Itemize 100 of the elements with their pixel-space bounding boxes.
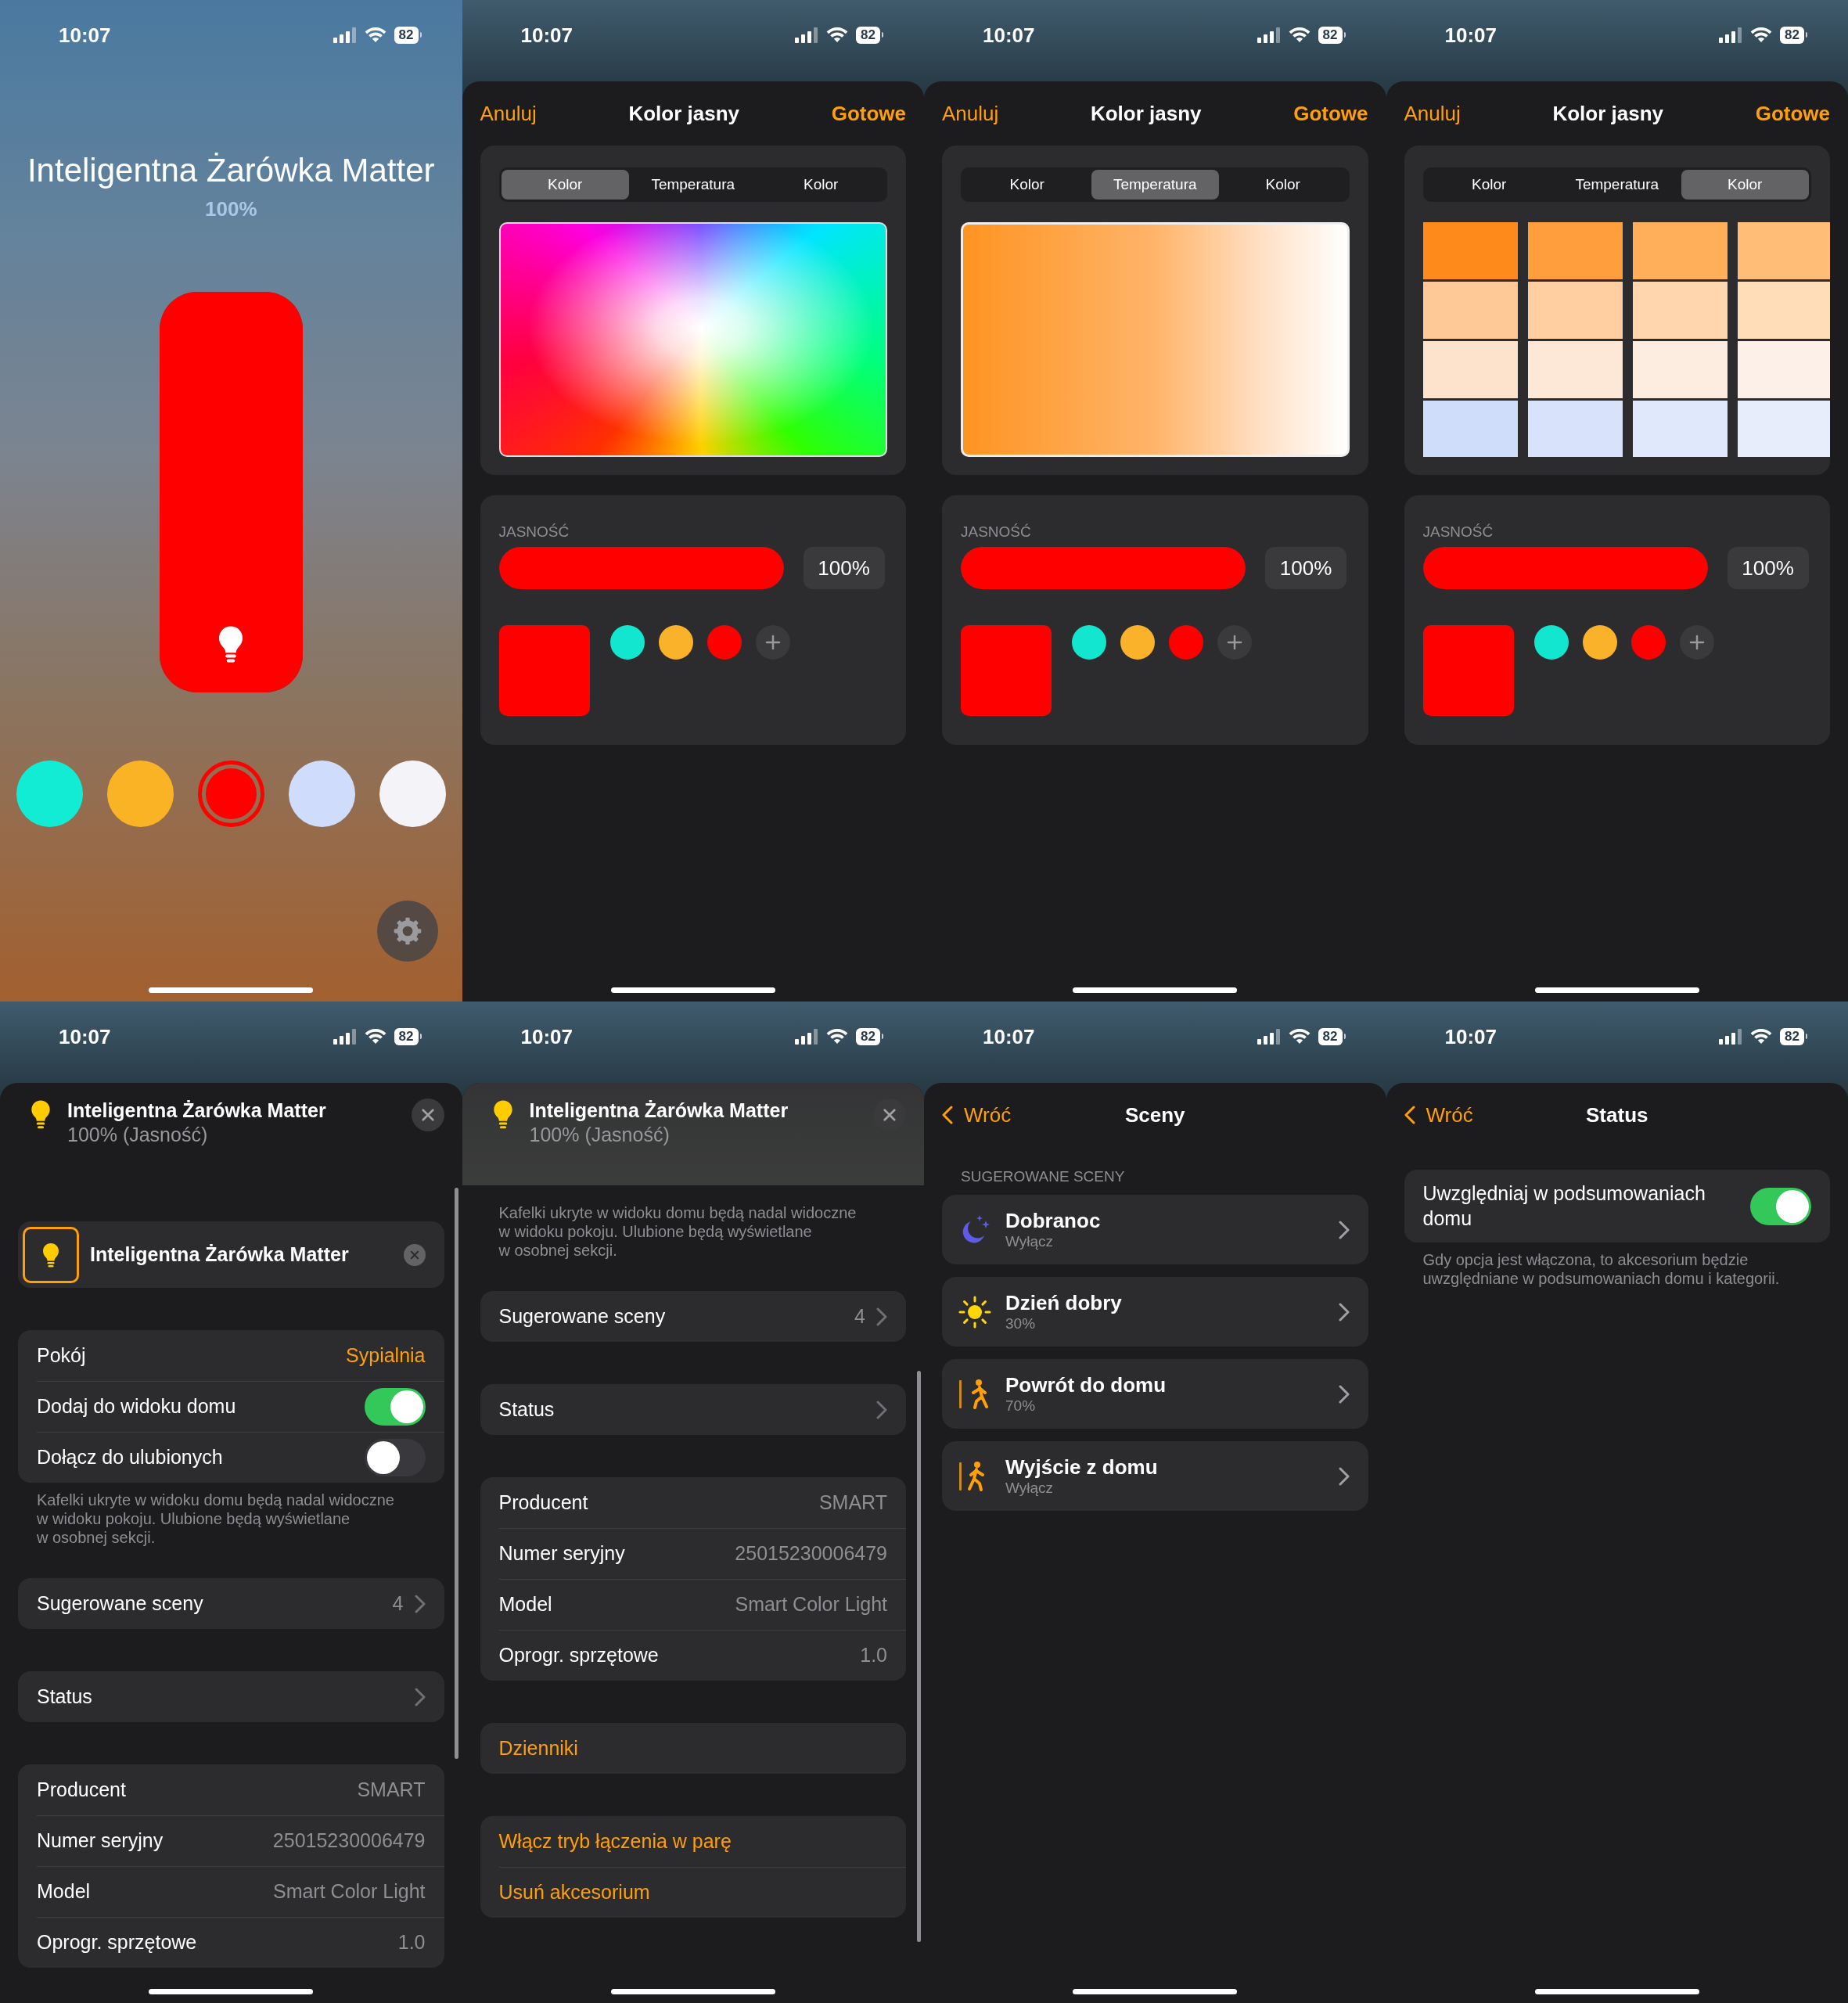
- toggle-switch[interactable]: [364, 1387, 426, 1426]
- color-swatch[interactable]: [1737, 282, 1830, 339]
- scene-name: Dzień dobry: [1005, 1291, 1123, 1315]
- row-label: Numer seryjny: [37, 1828, 164, 1853]
- back-button[interactable]: Wróć: [942, 1102, 1012, 1127]
- done-button[interactable]: Gotowe: [1755, 101, 1830, 126]
- brightness-slider[interactable]: [159, 292, 303, 692]
- signal-icon: [795, 27, 819, 43]
- color-swatch[interactable]: [1632, 401, 1728, 457]
- action-link[interactable]: Dzienniki: [498, 1737, 887, 1760]
- close-icon: [883, 1108, 897, 1122]
- segment-tab[interactable]: Kolor: [1681, 170, 1809, 200]
- add-button[interactable]: [1679, 625, 1714, 660]
- footnote-text: Gdy opcja jest włączona, to akcesorium będzie uwzględniane w podsumowaniach domu i kategorii.: [1422, 1250, 1781, 1288]
- row-label: Producent: [498, 1490, 589, 1515]
- done-button[interactable]: Gotowe: [831, 101, 906, 126]
- favorite-color[interactable]: [1582, 625, 1617, 660]
- status-time: 10:07: [59, 1024, 111, 1049]
- color-swatch[interactable]: [1632, 222, 1728, 279]
- segment-tab[interactable]: Kolor: [757, 170, 885, 200]
- brightness-slider[interactable]: [498, 547, 784, 589]
- color-preview[interactable]: [498, 625, 590, 716]
- cancel-button[interactable]: Anuluj: [942, 101, 999, 126]
- brightness-slider[interactable]: [961, 547, 1246, 589]
- favorite-color[interactable]: [1533, 625, 1569, 660]
- chevron-icon: [876, 1307, 887, 1326]
- segment-tab[interactable]: Kolor: [1425, 170, 1553, 200]
- add-button[interactable]: [755, 625, 790, 660]
- scene-row[interactable]: Powrót do domu 70%: [942, 1359, 1368, 1429]
- segment-tab[interactable]: Temperatura: [629, 170, 757, 200]
- brightness-slider[interactable]: [1422, 547, 1708, 589]
- action-link[interactable]: Włącz tryb łączenia w parę: [498, 1830, 887, 1853]
- cancel-button[interactable]: Anuluj: [480, 101, 537, 126]
- row-value: Smart Color Light: [272, 1880, 426, 1903]
- chevron-icon: [414, 1594, 426, 1613]
- favorite-color[interactable]: [1120, 625, 1155, 660]
- color-swatch[interactable]: [1422, 282, 1518, 339]
- section-header: SUGEROWANE SCENY: [961, 1168, 1126, 1185]
- segment-tab[interactable]: Kolor: [1219, 170, 1347, 200]
- color-preview[interactable]: [1422, 625, 1514, 716]
- color-swatch[interactable]: [1527, 222, 1623, 279]
- menu-row[interactable]: Status: [498, 1398, 865, 1421]
- color-swatch[interactable]: [1737, 401, 1830, 457]
- segment-tab[interactable]: Temperatura: [1091, 170, 1219, 200]
- row-label: Oprogr. sprzętowe: [37, 1929, 198, 1954]
- scene-row[interactable]: Dobranoc Wyłącz: [942, 1195, 1368, 1264]
- color-swatch[interactable]: [1422, 222, 1518, 279]
- toggle-switch[interactable]: [1750, 1187, 1811, 1225]
- screen-title: Kolor jasny: [628, 101, 739, 126]
- color-swatch[interactable]: [1527, 282, 1623, 339]
- cancel-button[interactable]: Anuluj: [1404, 101, 1461, 126]
- color-swatch[interactable]: [1527, 401, 1623, 457]
- temperature-gradient[interactable]: [961, 222, 1350, 457]
- menu-row[interactable]: Status: [37, 1685, 404, 1708]
- count-label: 4: [854, 1305, 865, 1328]
- close-icon: [420, 1108, 435, 1122]
- scene-row[interactable]: Wyjście z domu Wyłącz: [942, 1441, 1368, 1511]
- chevron-icon: [1404, 1106, 1415, 1124]
- back-button[interactable]: Wróć: [1404, 1102, 1473, 1127]
- room-picker[interactable]: Sypialnia: [346, 1344, 426, 1367]
- row-value: SMART: [357, 1778, 426, 1801]
- clear-button[interactable]: [403, 1243, 426, 1266]
- segment-tab[interactable]: Kolor: [963, 170, 1091, 200]
- row-value: Smart Color Light: [735, 1593, 887, 1616]
- screen-title: Sceny: [1124, 1102, 1185, 1127]
- close-button[interactable]: [873, 1099, 906, 1131]
- favorite-color[interactable]: [1630, 625, 1666, 660]
- color-preview[interactable]: [961, 625, 1052, 716]
- chevron-icon: [414, 1687, 426, 1706]
- done-button[interactable]: Gotowe: [1293, 101, 1368, 126]
- favorite-color[interactable]: [1169, 625, 1203, 660]
- favorite-color[interactable]: [609, 625, 645, 660]
- color-swatch[interactable]: [1632, 282, 1728, 339]
- brightness-value: 100%: [803, 547, 885, 589]
- menu-row[interactable]: Sugerowane sceny: [498, 1305, 844, 1328]
- color-swatch[interactable]: [1737, 222, 1830, 279]
- accessory-tile[interactable]: [23, 1226, 79, 1283]
- add-button[interactable]: [1217, 625, 1252, 660]
- color-swatch[interactable]: [1422, 341, 1518, 398]
- toggle-switch[interactable]: [364, 1438, 426, 1476]
- color-swatch[interactable]: [1632, 341, 1728, 398]
- scene-name: Wyjście z domu: [1005, 1455, 1159, 1480]
- scene-row[interactable]: Dzień dobry 30%: [942, 1277, 1368, 1347]
- favorite-color[interactable]: [706, 625, 742, 660]
- sun-icon: [958, 1294, 992, 1329]
- row-label: Pokój: [37, 1343, 87, 1368]
- color-swatch[interactable]: [1422, 401, 1518, 457]
- color-swatch[interactable]: [1737, 341, 1830, 398]
- segment-tab[interactable]: Kolor: [501, 170, 629, 200]
- color-swatch[interactable]: [1527, 341, 1623, 398]
- segment-tab[interactable]: Temperatura: [1553, 170, 1681, 200]
- color-spectrum[interactable]: [498, 222, 887, 457]
- action-link[interactable]: Usuń akcesorium: [498, 1881, 887, 1904]
- favorite-color[interactable]: [1072, 625, 1106, 660]
- screen-title: Kolor jasny: [1090, 101, 1202, 126]
- status-time: 10:07: [983, 1024, 1035, 1049]
- menu-row[interactable]: Sugerowane sceny: [37, 1592, 382, 1615]
- scene-detail: 70%: [1005, 1397, 1037, 1415]
- close-button[interactable]: [411, 1099, 444, 1131]
- favorite-color[interactable]: [658, 625, 693, 660]
